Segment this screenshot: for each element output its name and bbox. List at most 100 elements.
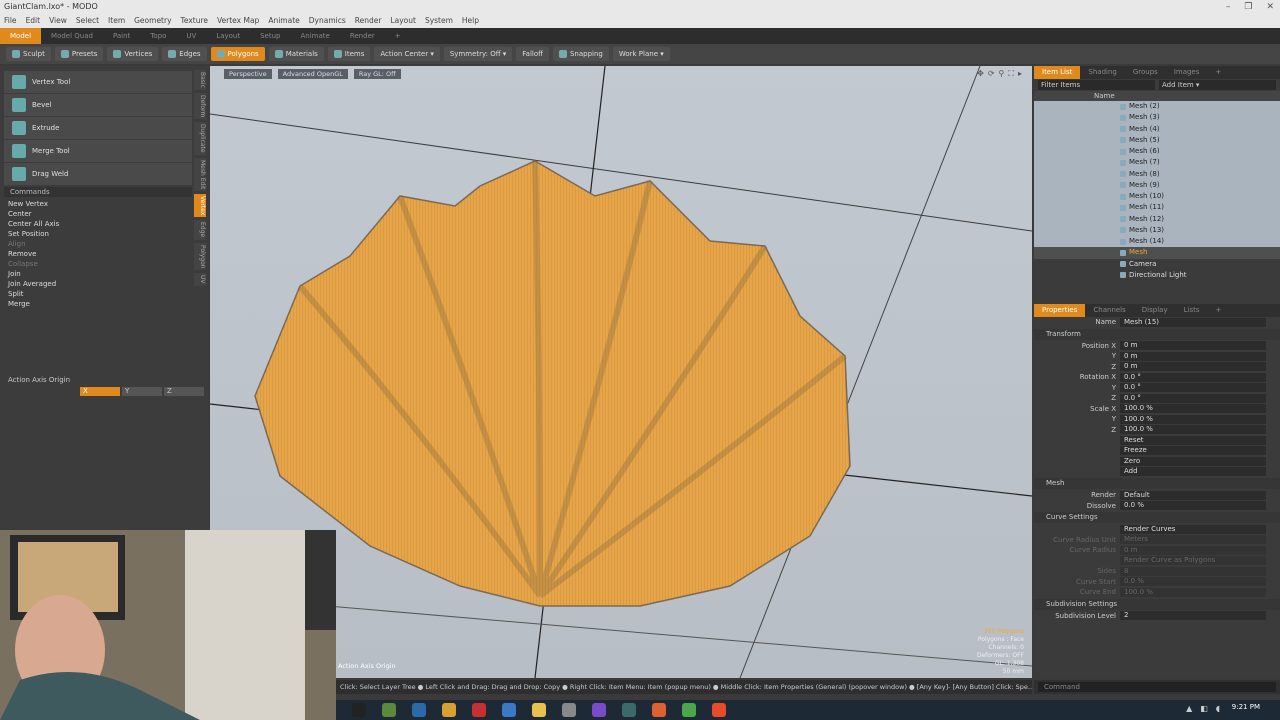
item-row[interactable]: Mesh (5) xyxy=(1034,135,1280,146)
snapping-button[interactable]: Snapping xyxy=(552,47,609,61)
fit-view-icon[interactable]: ⛶ xyxy=(1008,69,1014,79)
command-join-averaged[interactable]: Join Averaged xyxy=(0,279,192,289)
maximize-icon[interactable]: ❐ xyxy=(1244,0,1252,14)
network-icon[interactable]: ◧ xyxy=(1200,704,1208,713)
axis-x-option[interactable]: X xyxy=(80,387,120,396)
firefox-icon[interactable] xyxy=(712,703,726,717)
add-dropdown[interactable]: Add xyxy=(1120,467,1266,477)
reset-dropdown[interactable]: Reset xyxy=(1120,435,1266,445)
vertex-tool-button[interactable]: Vertex Tool xyxy=(4,71,192,93)
curve-start-field[interactable]: 0.0 % xyxy=(1120,577,1266,587)
subdivision-section[interactable]: Subdivision Settings xyxy=(1034,598,1280,610)
item-row[interactable]: Mesh (9) xyxy=(1034,180,1280,191)
menu-dynamics[interactable]: Dynamics xyxy=(309,14,346,28)
tab-channels[interactable]: Channels xyxy=(1085,304,1133,317)
scale-z-field[interactable]: 100.0 % xyxy=(1120,425,1266,435)
add-item-dropdown[interactable]: Add Item ▾ xyxy=(1159,80,1276,90)
command-merge[interactable]: Merge xyxy=(0,299,192,309)
zoom-view-icon[interactable]: ⚲ xyxy=(999,69,1005,79)
render-dropdown[interactable]: Default xyxy=(1120,490,1266,500)
side-tab-basic[interactable]: Basic xyxy=(194,70,206,90)
tab-properties[interactable]: Properties xyxy=(1034,304,1086,317)
render-curves-checkbox[interactable]: Render Curves xyxy=(1120,524,1266,534)
item-row[interactable]: Mesh (14) xyxy=(1034,236,1280,247)
raygl-button[interactable]: Ray GL: Off xyxy=(353,69,401,79)
merge-tool-button[interactable]: Merge Tool xyxy=(4,140,192,162)
item-row[interactable]: Directional Light xyxy=(1034,269,1280,281)
item-name-field[interactable]: Mesh (15) xyxy=(1120,317,1266,327)
rotation-z-field[interactable]: 0.0 ° xyxy=(1120,393,1266,403)
commands-header[interactable]: Commands xyxy=(4,187,192,197)
tab-item-list[interactable]: Item List xyxy=(1034,66,1081,79)
layout-tab-paint[interactable]: Paint xyxy=(103,28,140,44)
side-tab-duplicate[interactable]: Duplicate xyxy=(194,122,206,155)
bevel-button[interactable]: Bevel xyxy=(4,94,192,116)
rotate-view-icon[interactable]: ⟳ xyxy=(988,69,995,79)
item-row[interactable]: Camera xyxy=(1034,258,1280,270)
start-icon[interactable] xyxy=(352,703,366,717)
side-tab-uv[interactable]: UV xyxy=(194,273,206,286)
menu-edit[interactable]: Edit xyxy=(26,14,41,28)
minimize-icon[interactable]: – xyxy=(1226,0,1231,14)
dissolve-field[interactable]: 0.0 % xyxy=(1120,501,1266,511)
extrude-button[interactable]: Extrude xyxy=(4,117,192,139)
view-mode-button[interactable]: Perspective xyxy=(224,69,272,79)
menu-animate[interactable]: Animate xyxy=(268,14,299,28)
item-row[interactable]: Mesh (13) xyxy=(1034,225,1280,236)
item-row[interactable]: Mesh (8) xyxy=(1034,169,1280,180)
volume-icon[interactable]: ◖ xyxy=(1216,704,1220,713)
tab-lists[interactable]: Lists xyxy=(1176,304,1208,317)
mesh-section[interactable]: Mesh xyxy=(1034,478,1280,489)
layout-tab-layout[interactable]: Layout xyxy=(206,28,250,44)
axis-y-option[interactable]: Y xyxy=(122,387,162,396)
app-icon[interactable] xyxy=(652,703,666,717)
position-y-field[interactable]: 0 m xyxy=(1120,351,1266,361)
tab-add-properties[interactable]: + xyxy=(1207,304,1229,317)
item-row[interactable]: Mesh (4) xyxy=(1034,124,1280,135)
app-icon[interactable] xyxy=(472,703,486,717)
edges-button[interactable]: Edges xyxy=(162,47,207,61)
command-center[interactable]: Center xyxy=(0,209,192,219)
filter-items-field[interactable]: Filter Items xyxy=(1038,80,1155,90)
side-tab-vertex[interactable]: Vertex xyxy=(194,194,206,218)
subdivision-level-field[interactable]: 2 xyxy=(1120,611,1266,621)
tab-groups[interactable]: Groups xyxy=(1125,66,1166,79)
chrome-icon[interactable] xyxy=(682,703,696,717)
curve-end-field[interactable]: 100.0 % xyxy=(1120,587,1266,597)
menu-system[interactable]: System xyxy=(425,14,453,28)
sides-field[interactable]: 8 xyxy=(1120,566,1266,576)
side-tab-mesh-edit[interactable]: Mesh Edit xyxy=(194,157,206,192)
side-tab-polygon[interactable]: Polygon xyxy=(194,242,206,271)
tab-shading[interactable]: Shading xyxy=(1080,66,1124,79)
command-set-position[interactable]: Set Position xyxy=(0,229,192,239)
item-row[interactable]: Mesh (10) xyxy=(1034,191,1280,202)
scale-x-field[interactable]: 100.0 % xyxy=(1120,404,1266,414)
close-icon[interactable]: ✕ xyxy=(1266,0,1274,14)
rotation-y-field[interactable]: 0.0 ° xyxy=(1120,383,1266,393)
menu-file[interactable]: File xyxy=(4,14,17,28)
side-tab-edge[interactable]: Edge xyxy=(194,220,206,240)
layout-tab-uv[interactable]: UV xyxy=(176,28,206,44)
freeze-dropdown[interactable]: Freeze xyxy=(1120,446,1266,456)
sculpt-button[interactable]: Sculpt xyxy=(6,47,51,61)
rotation-x-field[interactable]: 0.0 ° xyxy=(1120,372,1266,382)
view-menu-icon[interactable]: ▸ xyxy=(1018,69,1022,79)
curve-radius-field[interactable]: 0 m xyxy=(1120,545,1266,555)
app-icon[interactable] xyxy=(382,703,396,717)
command-collapse[interactable]: Collapse xyxy=(0,259,192,269)
app-icon[interactable] xyxy=(412,703,426,717)
side-tab-deform[interactable]: Deform xyxy=(194,92,206,120)
item-row[interactable]: Mesh (12) xyxy=(1034,214,1280,225)
menu-item[interactable]: Item xyxy=(108,14,125,28)
menu-layout[interactable]: Layout xyxy=(390,14,416,28)
drag-weld-button[interactable]: Drag Weld xyxy=(4,163,192,185)
transform-section[interactable]: Transform xyxy=(1034,328,1280,340)
command-join[interactable]: Join xyxy=(0,269,192,279)
menu-texture[interactable]: Texture xyxy=(181,14,208,28)
visual-studio-icon[interactable] xyxy=(592,703,606,717)
falloff-dropdown[interactable]: Falloff xyxy=(516,47,549,61)
menu-geometry[interactable]: Geometry xyxy=(134,14,171,28)
tab-display[interactable]: Display xyxy=(1134,304,1176,317)
item-row[interactable]: Mesh (7) xyxy=(1034,157,1280,168)
item-row[interactable]: Mesh (2) xyxy=(1034,101,1280,112)
